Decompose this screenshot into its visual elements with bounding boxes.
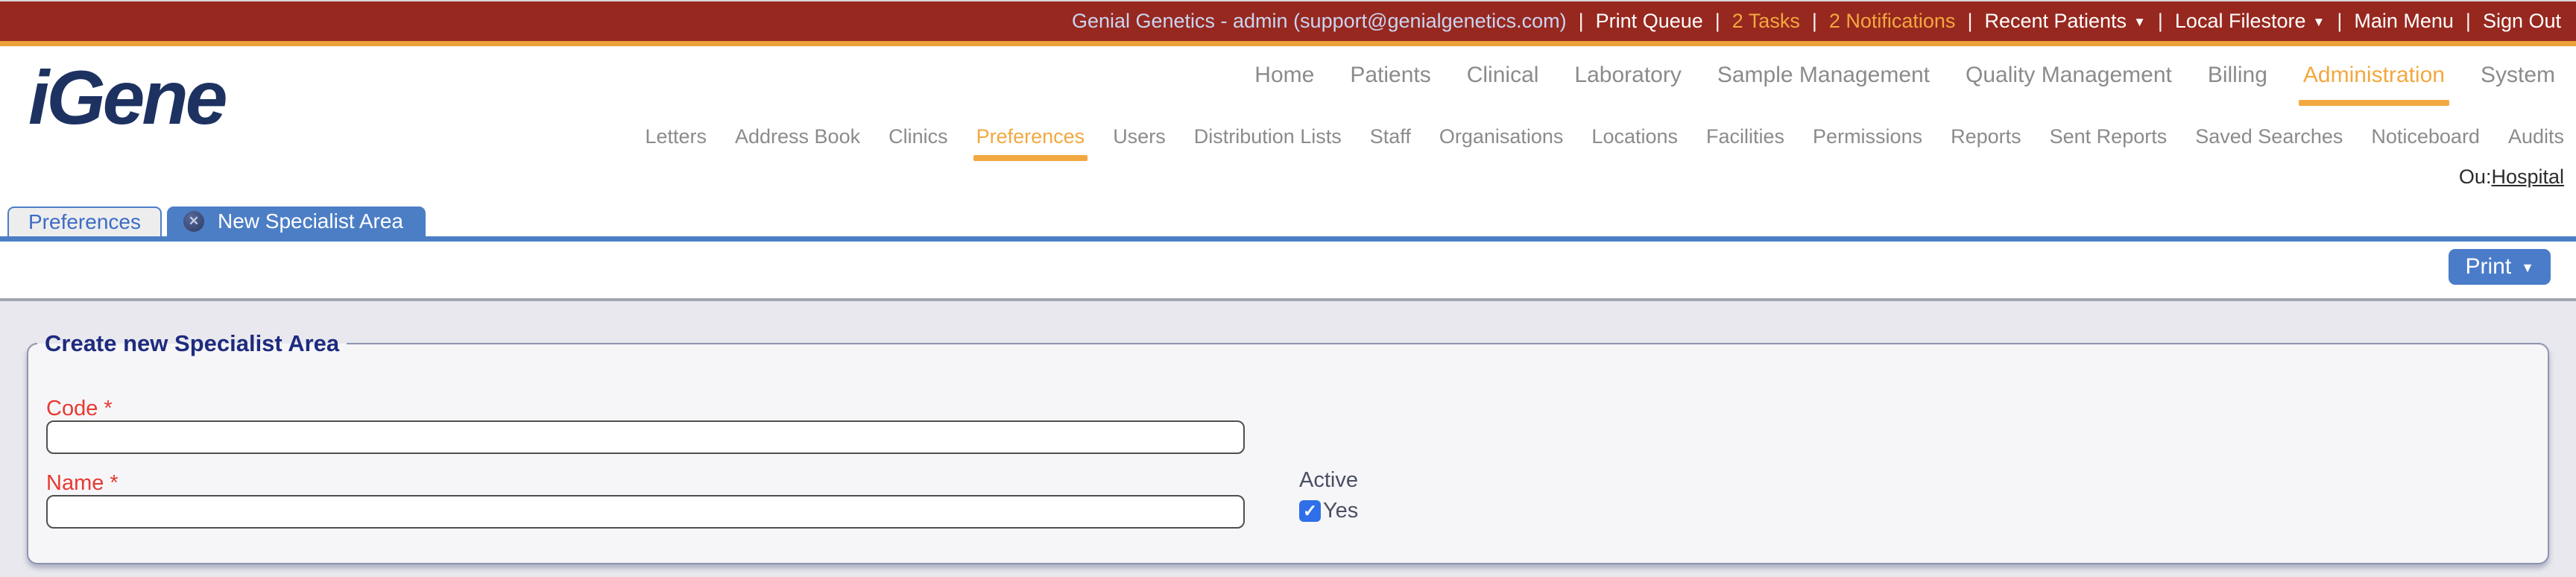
recent-patients-dropdown[interactable]: Recent Patients ▼ xyxy=(1984,10,2145,33)
tab-underline-strip xyxy=(0,236,2576,242)
active-checkbox[interactable]: ✓ xyxy=(1299,500,1321,522)
tab-label: New Specialist Area xyxy=(217,209,403,233)
subnav-permissions[interactable]: Permissions xyxy=(1813,125,1922,148)
nav-clinical[interactable]: Clinical xyxy=(1467,63,1539,88)
name-input[interactable] xyxy=(46,495,1245,529)
subnav-address-book[interactable]: Address Book xyxy=(735,125,860,148)
nav-patients[interactable]: Patients xyxy=(1350,63,1430,88)
notifications-link[interactable]: 2 Notifications xyxy=(1829,10,1956,33)
active-field-group: Active ✓ Yes xyxy=(1299,468,1358,523)
main-nav: Home Patients Clinical Laboratory Sample… xyxy=(1254,63,2555,106)
create-specialist-area-panel: Create new Specialist Area Code * Name * A… xyxy=(27,329,2549,564)
close-icon[interactable]: ✕ xyxy=(183,211,204,232)
subnav-audits[interactable]: Audits xyxy=(2508,125,2564,148)
checkmark-icon: ✓ xyxy=(1302,501,1318,520)
ou-selector: Ou:Hospital xyxy=(2459,165,2564,189)
toolbar: Print ▼ xyxy=(0,242,2576,298)
local-filestore-dropdown[interactable]: Local Filestore ▼ xyxy=(2175,10,2325,33)
ou-hospital-link[interactable]: Hospital xyxy=(2491,165,2564,188)
caret-down-icon: ▼ xyxy=(2133,15,2146,29)
nav-home[interactable]: Home xyxy=(1254,63,1314,88)
subnav-letters[interactable]: Letters xyxy=(645,125,707,148)
name-label: Name * xyxy=(46,471,119,496)
sign-out-link[interactable]: Sign Out xyxy=(2483,10,2561,33)
required-marker: * xyxy=(110,471,119,495)
subnav-sent-reports[interactable]: Sent Reports xyxy=(2050,125,2168,148)
name-label-text: Name xyxy=(46,471,104,495)
code-input[interactable] xyxy=(46,420,1245,454)
separator: | xyxy=(1714,10,1720,32)
separator: | xyxy=(2465,10,2471,32)
separator: | xyxy=(1967,10,1973,32)
subnav-reports[interactable]: Reports xyxy=(1951,125,2021,148)
tasks-link[interactable]: 2 Tasks xyxy=(1732,10,1800,33)
content-area: Create new Specialist Area Code * Name * A… xyxy=(0,301,2576,577)
separator: | xyxy=(1578,10,1584,32)
caret-down-icon: ▼ xyxy=(2521,259,2534,275)
caret-down-icon: ▼ xyxy=(2312,15,2326,29)
code-label-text: Code xyxy=(46,397,98,420)
topbar: Genial Genetics - admin (support@genialg… xyxy=(0,0,2576,46)
subnav-locations[interactable]: Locations xyxy=(1591,125,1678,148)
igene-logo[interactable]: iGene xyxy=(28,60,227,136)
nav-laboratory[interactable]: Laboratory xyxy=(1574,63,1681,88)
subnav-saved-searches[interactable]: Saved Searches xyxy=(2195,125,2343,148)
subnav-noticeboard[interactable]: Noticeboard xyxy=(2371,125,2480,148)
separator: | xyxy=(2337,10,2343,32)
tab-new-specialist-area[interactable]: ✕ New Specialist Area xyxy=(166,206,426,236)
active-label: Active xyxy=(1299,468,1358,492)
subnav-facilities[interactable]: Facilities xyxy=(1706,125,1784,148)
subnav-organisations[interactable]: Organisations xyxy=(1439,125,1564,148)
nav-quality-management[interactable]: Quality Management xyxy=(1966,63,2172,88)
tabbar: Preferences ✕ New Specialist Area xyxy=(0,205,2576,236)
nav-administration[interactable]: Administration xyxy=(2298,63,2450,106)
subnav-users[interactable]: Users xyxy=(1113,125,1166,148)
required-marker: * xyxy=(104,397,113,420)
sub-nav: Letters Address Book Clinics Preferences… xyxy=(645,125,2564,161)
tab-label: Preferences xyxy=(28,210,141,233)
recent-patients-label: Recent Patients xyxy=(1984,10,2127,32)
nav-billing[interactable]: Billing xyxy=(2208,63,2267,88)
local-filestore-label: Local Filestore xyxy=(2174,10,2306,32)
nav-system[interactable]: System xyxy=(2481,63,2555,88)
code-label: Code * xyxy=(46,397,113,421)
print-queue-link[interactable]: Print Queue xyxy=(1596,10,1703,33)
ou-label: Ou: xyxy=(2458,165,2492,188)
header: iGene Home Patients Clinical Laboratory … xyxy=(0,46,2576,205)
print-button[interactable]: Print ▼ xyxy=(2449,249,2551,285)
subnav-clinics[interactable]: Clinics xyxy=(888,125,948,148)
separator: | xyxy=(1811,10,1817,32)
topbar-user-info: Genial Genetics - admin (support@genialg… xyxy=(1071,10,1567,32)
subnav-distribution-lists[interactable]: Distribution Lists xyxy=(1194,125,1342,148)
active-checkbox-label: Yes xyxy=(1323,499,1359,523)
subnav-staff[interactable]: Staff xyxy=(1370,125,1411,148)
tab-preferences[interactable]: Preferences xyxy=(7,206,162,236)
subnav-preferences[interactable]: Preferences xyxy=(973,125,1087,161)
main-menu-link[interactable]: Main Menu xyxy=(2354,10,2454,33)
print-button-label: Print xyxy=(2465,254,2512,279)
panel-legend: Create new Specialist Area xyxy=(37,329,347,359)
separator: | xyxy=(2157,10,2163,32)
page: Genial Genetics - admin (support@genialg… xyxy=(0,0,2576,577)
nav-sample-management[interactable]: Sample Management xyxy=(1717,63,1930,88)
